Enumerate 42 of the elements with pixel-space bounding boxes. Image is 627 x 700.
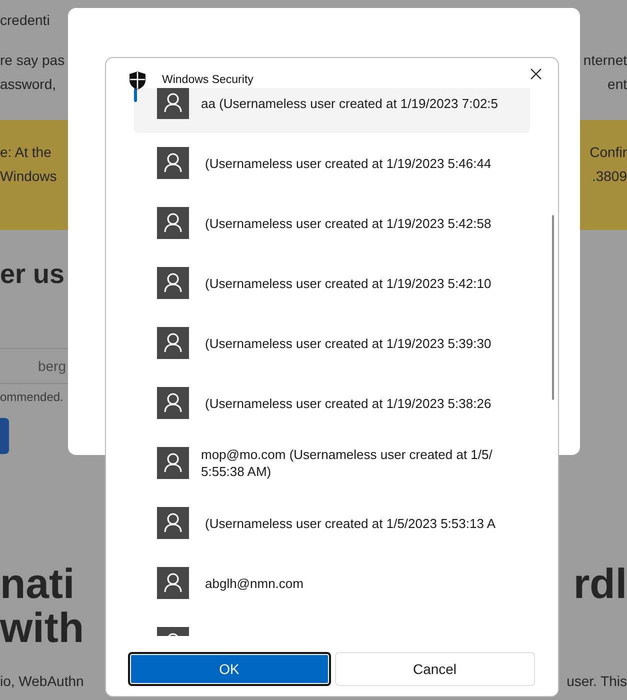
page-text: e: At the — [0, 144, 52, 160]
user-avatar-icon — [157, 447, 189, 479]
user-avatar-icon — [157, 507, 189, 539]
cancel-button[interactable]: Cancel — [334, 652, 535, 686]
page-text: credenti — [0, 12, 50, 28]
dialog-title: Windows Security — [162, 74, 254, 86]
ok-button[interactable]: OK — [128, 652, 330, 686]
section-heading: er us — [0, 258, 65, 291]
field-hint: ommended. — [0, 390, 64, 404]
page-text: ent — [608, 76, 627, 92]
user-avatar-icon — [157, 267, 189, 299]
user-avatar-icon — [157, 327, 189, 359]
account-item[interactable]: (Usernameless user created at 1/19/2023 5:39:30 — [134, 313, 530, 373]
page-text: Windows — [0, 168, 57, 184]
account-item[interactable]: (Usernameless user created at 1/5/2023 5:53:13 A — [134, 493, 530, 553]
page-text: nternet — [583, 52, 627, 68]
user-avatar-icon — [157, 147, 189, 179]
page-text: assword, — [0, 76, 56, 92]
page-text: .3809 — [592, 168, 627, 184]
close-icon — [530, 68, 542, 80]
page-text: io, WebAuthn — [0, 673, 84, 689]
scrollbar[interactable] — [552, 215, 554, 400]
account-item[interactable]: abglh@nmn.com — [134, 553, 530, 613]
page-text: re say pas — [0, 52, 65, 68]
page-title: nati — [0, 560, 75, 608]
account-item[interactable]: (Usernameless user created at 1/19/2023 5:42:58 — [134, 193, 530, 253]
user-avatar-icon — [157, 88, 189, 119]
user-avatar-icon — [157, 567, 189, 599]
submit-button[interactable] — [0, 418, 9, 454]
account-item[interactable]: (Usernameless user created at 1/19/2023 5:42:10 — [134, 253, 530, 313]
selection-indicator — [134, 88, 137, 102]
account-item[interactable]: aa (Usernameless user created at 1/19/2023 7:02:5 — [134, 88, 530, 133]
user-avatar-icon — [157, 387, 189, 419]
page-text: user. This — [566, 673, 627, 689]
account-item[interactable]: (Usernameless user created at 1/19/2023 5:46:44 — [134, 133, 530, 193]
page-title: rdl — [573, 560, 627, 608]
account-item[interactable]: mop@mo.com (Usernameless user created at 1/5/ 5:55:38 AM) — [134, 433, 530, 493]
shield-icon — [129, 70, 146, 90]
account-item[interactable]: (Usernameless user created at 1/19/2023 5:38:26 — [134, 373, 530, 433]
page-text: Confir — [590, 144, 627, 160]
user-avatar-icon — [157, 207, 189, 239]
close-button[interactable] — [528, 66, 544, 82]
